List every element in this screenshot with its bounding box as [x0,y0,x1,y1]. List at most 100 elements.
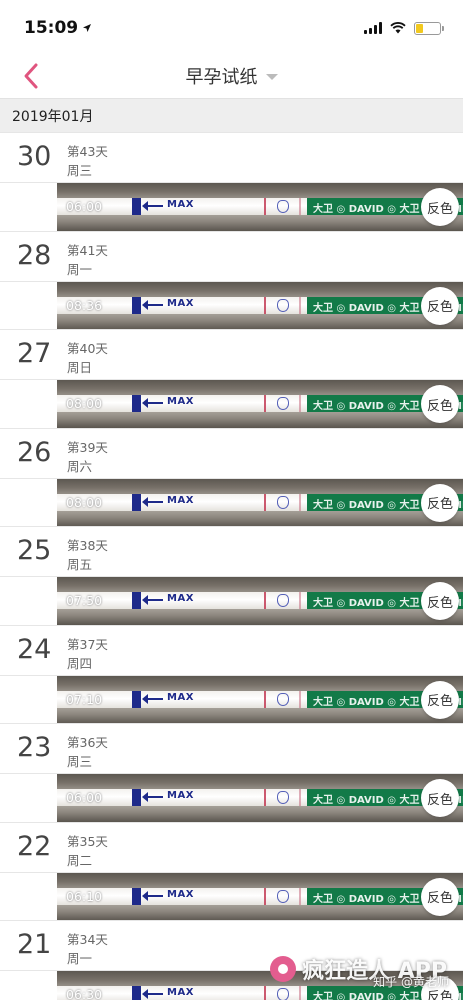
test-line [299,198,301,215]
strip-logo-icon [277,988,289,1000]
control-line [264,493,266,511]
cycle-day-label: 第41天 [67,242,108,258]
strip-time: 07:10 [66,691,103,707]
day-number: 22 [17,830,52,862]
cycle-day-label: 第40天 [67,341,108,356]
invert-color-button[interactable]: 反色 [421,385,459,423]
max-label: MAX [167,888,194,900]
strip-time: 06:10 [66,888,103,904]
max-block [132,887,141,905]
nav-bar: 早孕试纸 [0,56,463,96]
strip-time: 06:00 [66,790,103,805]
arrow-left-icon [142,792,163,802]
max-block [132,198,141,215]
day-number: 26 [17,436,52,468]
strip-row: MAX 07:10 反色 [0,674,463,724]
day-entry: 30 第43天周三 MAX 06:00 反色 [0,132,463,231]
day-number: 28 [17,239,52,271]
test-line [299,887,301,905]
strip-time: 08:00 [66,396,103,411]
test-line [299,493,301,511]
arrow-left-icon [142,299,163,310]
test-strip-photo[interactable]: MAX 07:10 反色 [57,675,463,724]
chevron-left-icon[interactable] [20,62,42,90]
weekday-label: 周日 [67,360,93,375]
invert-color-button[interactable]: 反色 [421,680,459,719]
weekday-label: 周一 [67,951,93,966]
weekday-label: 周六 [67,458,93,474]
day-entry: 27 第40天周日 MAX 08:00 反色 [0,329,463,428]
day-number: 24 [17,633,52,665]
test-strip-photo[interactable]: MAX 08:00 反色 [57,478,463,527]
max-block [132,789,141,806]
caret-down-icon [265,74,278,80]
invert-color-button[interactable]: 反色 [421,582,459,620]
test-line [299,296,301,314]
max-label: MAX [167,396,194,407]
arrow-left-icon [142,989,163,999]
test-strip-photo[interactable]: MAX 07:50 反色 [57,577,463,625]
test-strip-photo[interactable]: MAX 06:00 反色 [57,774,463,822]
strip-row: MAX 08:36 反色 [0,280,463,330]
app-logo-icon [270,956,297,982]
cellular-signal-icon [364,22,382,34]
invert-color-button[interactable]: 反色 [421,779,459,817]
day-number: 23 [17,732,52,763]
strip-time: 08:36 [66,297,103,313]
test-line [299,986,301,1000]
control-line [264,887,266,905]
test-strip-photo[interactable]: MAX 08:00 反色 [57,380,463,428]
strip-logo-icon [277,200,289,213]
wifi-icon [390,22,406,34]
day-number: 27 [17,338,52,369]
test-strip-photo[interactable]: MAX 08:36 反色 [57,281,463,330]
weekday-label: 周五 [67,557,93,572]
control-line [264,198,266,215]
strip-row: MAX 06:00 反色 [0,773,463,822]
day-entry: 25 第38天周五 MAX 07:50 反色 [0,526,463,625]
max-block [132,493,141,511]
arrow-left-icon [142,595,163,605]
nav-title-dropdown[interactable]: 早孕试纸 [186,63,278,89]
strip-row: MAX 08:00 反色 [0,477,463,527]
strip-row: MAX 06:00 反色 [0,182,463,231]
weekday-label: 周一 [67,261,93,277]
strip-time: 06:00 [66,199,103,214]
control-line [264,395,266,412]
cycle-day-label: 第35天 [67,833,108,849]
cycle-day-label: 第43天 [67,144,108,159]
day-number: 25 [17,535,52,566]
max-label: MAX [167,987,194,998]
strip-logo-icon [277,594,289,607]
strip-logo-icon [277,692,289,706]
invert-color-button[interactable]: 反色 [421,483,459,522]
arrow-left-icon [142,201,163,211]
status-indicators [364,21,444,35]
max-block [132,395,141,412]
cycle-day-label: 第37天 [67,636,108,652]
max-block [132,296,141,314]
control-line [264,296,266,314]
day-number: 30 [17,141,52,172]
weekday-label: 周四 [67,655,93,671]
test-strip-photo[interactable]: MAX 06:10 反色 [57,872,463,921]
strip-time: 06:30 [66,987,103,1000]
max-label: MAX [167,593,194,604]
day-entry: 28 第41天周一 MAX 08:36 反色 [0,230,463,330]
weekday-label: 周二 [67,852,93,868]
invert-color-button[interactable]: 反色 [421,286,459,325]
strip-time: 08:00 [66,494,103,510]
invert-color-button[interactable]: 反色 [421,877,459,916]
max-label: MAX [167,199,194,210]
strip-logo-icon [277,889,289,903]
invert-color-button[interactable]: 反色 [421,188,459,226]
max-block [132,986,141,1000]
location-arrow-icon [83,24,92,32]
arrow-left-icon [142,890,163,901]
test-strip-photo[interactable]: MAX 06:00 反色 [57,183,463,231]
strip-row: MAX 06:10 反色 [0,871,463,921]
month-header: 2019年01月 [0,98,463,132]
control-line [264,592,266,609]
strip-logo-icon [277,791,289,804]
arrow-left-icon [142,496,163,507]
